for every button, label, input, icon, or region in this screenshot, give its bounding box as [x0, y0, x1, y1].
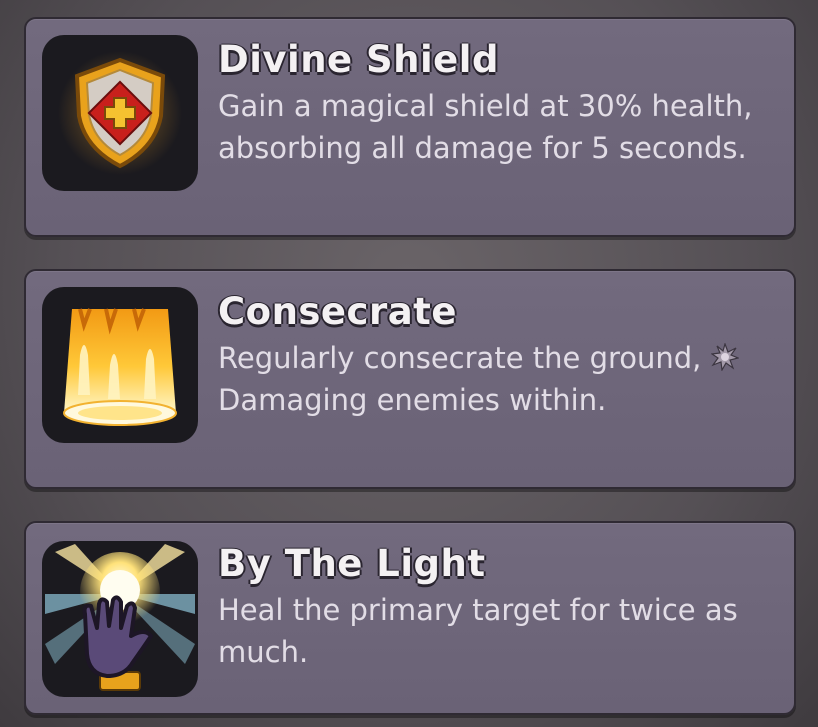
by-the-light-icon-frame: [42, 541, 198, 697]
hand-of-light-icon: [45, 544, 195, 691]
description-text: Regularly consecrate the ground,: [218, 341, 702, 375]
ability-title: Consecrate: [218, 290, 457, 333]
ability-title: By The Light: [218, 542, 486, 585]
ability-title: Divine Shield: [218, 38, 499, 81]
damage-burst-icon: [710, 343, 739, 371]
divine-shield-icon-frame: [42, 35, 198, 191]
holy-light-beam-icon: [63, 308, 177, 426]
ability-description: Gain a magical shield at 30% health, abs…: [218, 89, 753, 165]
ability-card-divine-shield[interactable]: Divine Shield Gain a magical shield at 3…: [24, 17, 796, 237]
description-keyword: Damaging enemies: [218, 383, 500, 417]
ability-card-consecrate[interactable]: Consecrate Regularly consecrate the grou…: [24, 269, 796, 489]
ability-description: Heal the primary target for twice as muc…: [218, 593, 738, 669]
description-text-end: within.: [509, 383, 607, 417]
shield-cross-icon: [58, 51, 182, 175]
consecrate-icon-frame: [42, 287, 198, 443]
ability-card-by-the-light[interactable]: By The Light Heal the primary target for…: [24, 521, 796, 715]
ability-description: Regularly consecrate the ground, Damagin…: [218, 337, 774, 421]
